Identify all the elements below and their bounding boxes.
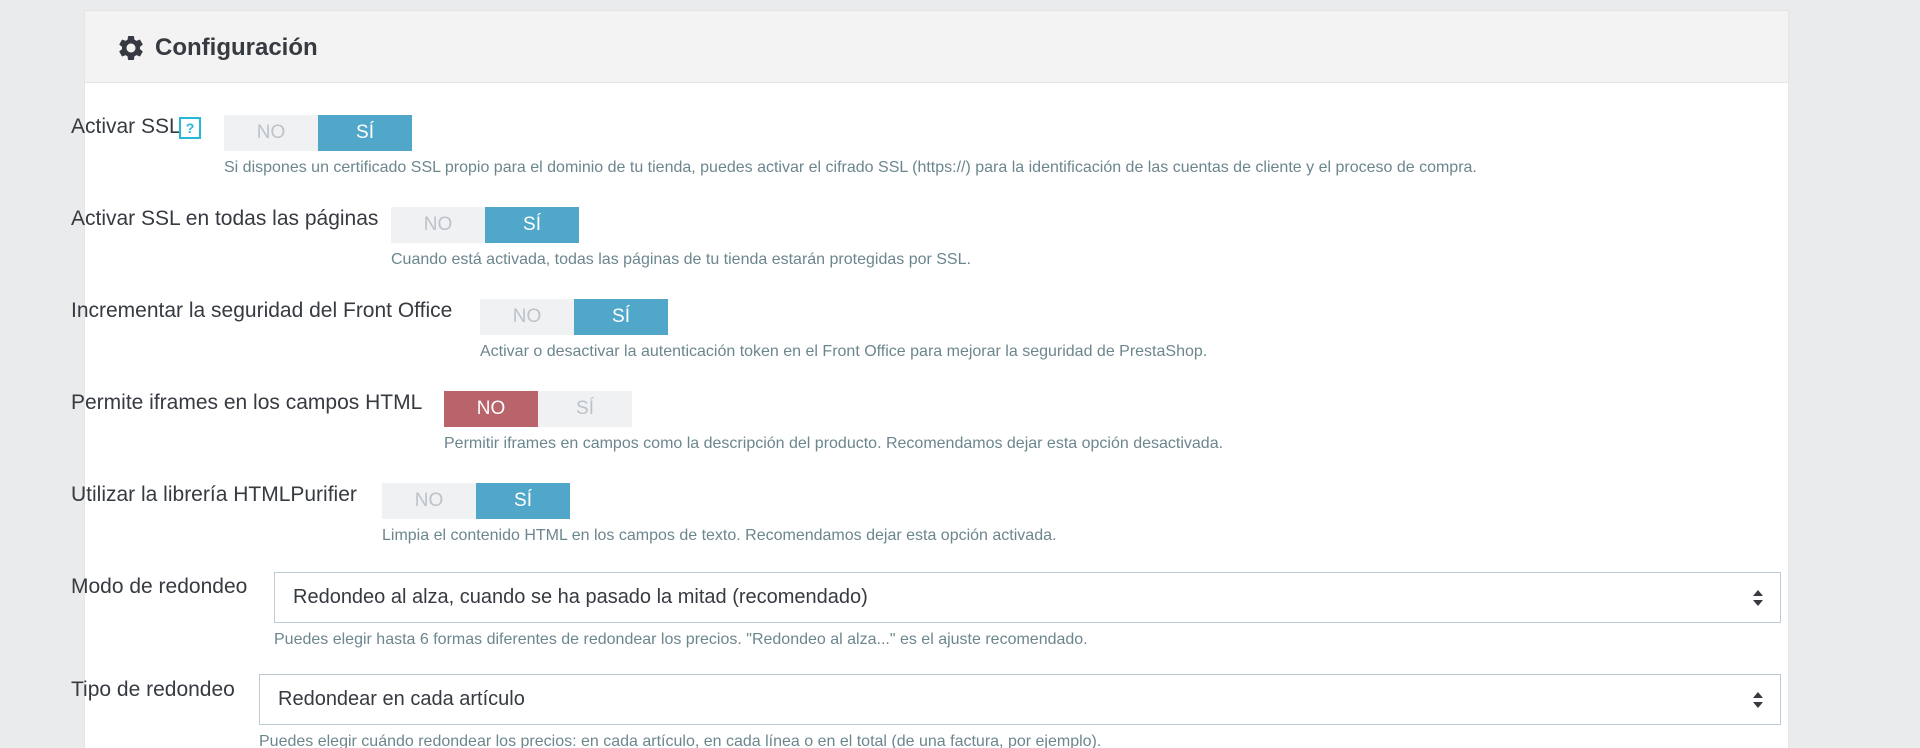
ssl-help-text: Si dispones un certificado SSL propio pa… bbox=[224, 159, 1477, 176]
ssl-switch-yes[interactable]: SÍ bbox=[318, 115, 412, 151]
ssl-all-pages-switch[interactable]: NO SÍ bbox=[391, 207, 579, 243]
gear-icon bbox=[119, 35, 143, 60]
ssl-all-pages-label: Activar SSL en todas las páginas bbox=[71, 207, 379, 230]
htmlpurifier-switch-yes[interactable]: SÍ bbox=[476, 483, 570, 519]
iframes-help-text: Permitir iframes en campos como la descr… bbox=[444, 435, 1224, 452]
select-arrows-icon bbox=[1753, 590, 1763, 606]
front-office-security-switch[interactable]: NO SÍ bbox=[480, 299, 668, 335]
front-office-security-switch-no[interactable]: NO bbox=[480, 299, 574, 335]
rounding-type-select-value: Redondear en cada artículo bbox=[278, 688, 525, 710]
ssl-label: Activar SSL bbox=[71, 115, 181, 138]
ssl-all-pages-help-text: Cuando está activada, todas las páginas … bbox=[391, 251, 971, 268]
htmlpurifier-help-text: Limpia el contenido HTML en los campos d… bbox=[382, 527, 1057, 544]
rounding-type-help-text: Puedes elegir cuándo redondear los preci… bbox=[259, 733, 1102, 748]
panel-title: Configuración bbox=[155, 34, 318, 61]
rounding-mode-label: Modo de redondeo bbox=[71, 575, 248, 598]
rounding-mode-help-text: Puedes elegir hasta 6 formas diferentes … bbox=[274, 631, 1088, 648]
front-office-security-switch-yes[interactable]: SÍ bbox=[574, 299, 668, 335]
htmlpurifier-label: Utilizar la librería HTMLPurifier bbox=[71, 483, 357, 506]
htmlpurifier-switch-no[interactable]: NO bbox=[382, 483, 476, 519]
iframes-switch-yes[interactable]: SÍ bbox=[538, 391, 632, 427]
help-icon[interactable]: ? bbox=[179, 117, 201, 139]
ssl-switch[interactable]: NO SÍ bbox=[224, 115, 412, 151]
rounding-type-select[interactable]: Redondear en cada artículo bbox=[259, 674, 1781, 725]
iframes-label: Permite iframes en los campos HTML bbox=[71, 391, 423, 414]
ssl-all-pages-switch-yes[interactable]: SÍ bbox=[485, 207, 579, 243]
rounding-mode-select[interactable]: Redondeo al alza, cuando se ha pasado la… bbox=[274, 572, 1781, 623]
select-arrows-icon bbox=[1753, 692, 1763, 708]
rounding-mode-select-value: Redondeo al alza, cuando se ha pasado la… bbox=[293, 586, 868, 608]
ssl-switch-no[interactable]: NO bbox=[224, 115, 318, 151]
front-office-security-label: Incrementar la seguridad del Front Offic… bbox=[71, 299, 453, 322]
htmlpurifier-switch[interactable]: NO SÍ bbox=[382, 483, 570, 519]
rounding-type-label: Tipo de redondeo bbox=[71, 678, 235, 701]
iframes-switch-no[interactable]: NO bbox=[444, 391, 538, 427]
panel-heading: Configuración bbox=[85, 11, 1788, 83]
ssl-all-pages-switch-no[interactable]: NO bbox=[391, 207, 485, 243]
iframes-switch[interactable]: NO SÍ bbox=[444, 391, 632, 427]
front-office-security-help-text: Activar o desactivar la autenticación to… bbox=[480, 343, 1208, 360]
